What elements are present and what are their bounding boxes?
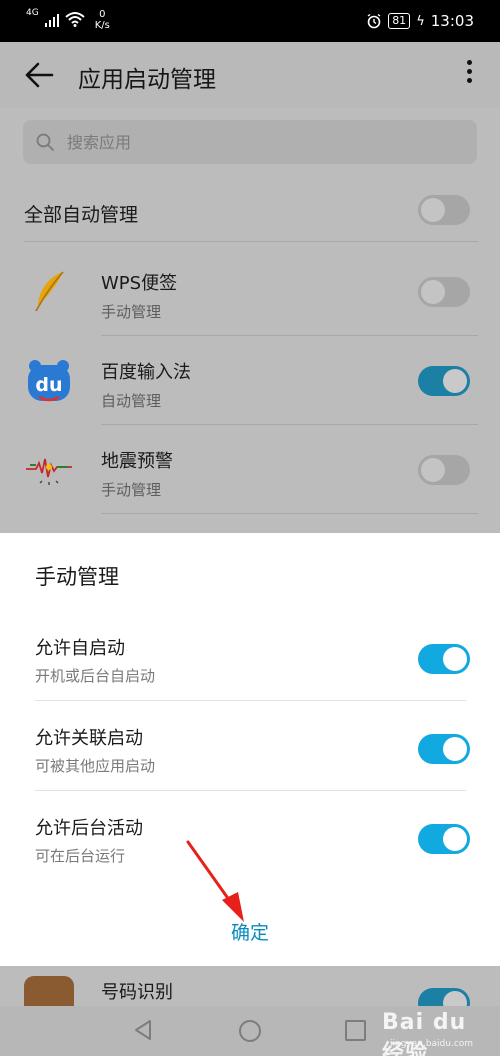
baidu-input-du-icon: du — [28, 360, 70, 402]
allow-background-activity-toggle[interactable] — [418, 824, 470, 854]
app-row-baidu-input[interactable]: du 百度输入法 自动管理 — [0, 336, 500, 424]
app-toggle[interactable] — [418, 988, 470, 1006]
annotation-arrow-icon — [186, 840, 244, 922]
number-recognition-app-icon — [24, 976, 74, 1006]
app-name: 号码识别 — [101, 982, 173, 1003]
app-bar: 应用启动管理 — [0, 42, 500, 108]
more-options-icon[interactable] — [460, 60, 478, 90]
app-row-wps[interactable]: WPS便签 手动管理 — [0, 247, 500, 335]
option-subtitle: 可在后台运行 — [35, 847, 126, 865]
signal-bars-icon — [44, 14, 59, 27]
divider — [101, 513, 478, 514]
dialog-title: 手动管理 — [35, 565, 119, 589]
svg-text:du: du — [35, 374, 62, 396]
back-arrow-icon[interactable] — [22, 58, 56, 92]
battery-indicator: 81 — [388, 13, 411, 29]
app-row-number-recognition[interactable]: 号码识别 — [0, 966, 500, 1006]
page-title: 应用启动管理 — [78, 67, 216, 93]
search-input[interactable] — [67, 120, 447, 164]
wps-note-feather-icon — [35, 271, 64, 312]
app-name: 地震预警 — [101, 451, 173, 472]
app-row-earthquake-alert[interactable]: 地震预警 手动管理 — [0, 425, 500, 513]
option-allow-associated-start[interactable]: 允许关联启动 可被其他应用启动 — [0, 712, 500, 802]
nav-back-icon[interactable] — [132, 1018, 154, 1042]
earthquake-wave-icon — [26, 458, 72, 485]
watermark-url: jingyan.baidu.com — [390, 1039, 474, 1049]
app-mode: 手动管理 — [101, 303, 162, 321]
allow-associated-start-toggle[interactable] — [418, 734, 470, 764]
clock: 13:03 — [430, 12, 474, 30]
search-bar[interactable] — [23, 120, 477, 164]
signal-indicator: 4G — [26, 8, 39, 18]
app-mode: 自动管理 — [101, 392, 162, 410]
option-allow-auto-start[interactable]: 允许自启动 开机或后台自启动 — [0, 622, 500, 712]
app-mode: 手动管理 — [101, 481, 162, 499]
alarm-icon — [367, 13, 381, 29]
network-speed: 0 K/s — [94, 9, 110, 31]
app-toggle[interactable] — [418, 366, 470, 396]
charging-icon: ϟ — [416, 13, 425, 29]
app-toggle[interactable] — [418, 277, 470, 307]
nav-recent-apps-icon[interactable] — [345, 1020, 366, 1041]
allow-auto-start-toggle[interactable] — [418, 644, 470, 674]
option-title: 允许后台活动 — [35, 818, 143, 839]
divider — [24, 241, 478, 242]
wifi-icon — [65, 12, 85, 27]
app-toggle[interactable] — [418, 455, 470, 485]
option-subtitle: 开机或后台自启动 — [35, 667, 156, 685]
option-subtitle: 可被其他应用启动 — [35, 757, 156, 775]
all-auto-manage-label: 全部自动管理 — [24, 204, 139, 226]
option-title: 允许关联启动 — [35, 728, 143, 749]
app-name: 百度输入法 — [101, 362, 191, 383]
watermark-logo-text: Bai du 经验 — [382, 1010, 467, 1056]
option-title: 允许自启动 — [35, 638, 125, 659]
nav-home-icon[interactable] — [239, 1020, 261, 1042]
divider — [35, 790, 466, 791]
search-icon — [36, 133, 54, 151]
all-auto-manage-toggle[interactable] — [418, 195, 470, 225]
status-bar: 4G 0 K/s 81 ϟ 13:03 — [0, 0, 500, 42]
all-auto-manage-row[interactable]: 全部自动管理 — [0, 182, 500, 242]
divider — [35, 700, 466, 701]
baidu-jingyan-watermark: Bai du 经验 jingyan.baidu.com — [382, 1010, 494, 1056]
app-name: WPS便签 — [101, 273, 178, 294]
